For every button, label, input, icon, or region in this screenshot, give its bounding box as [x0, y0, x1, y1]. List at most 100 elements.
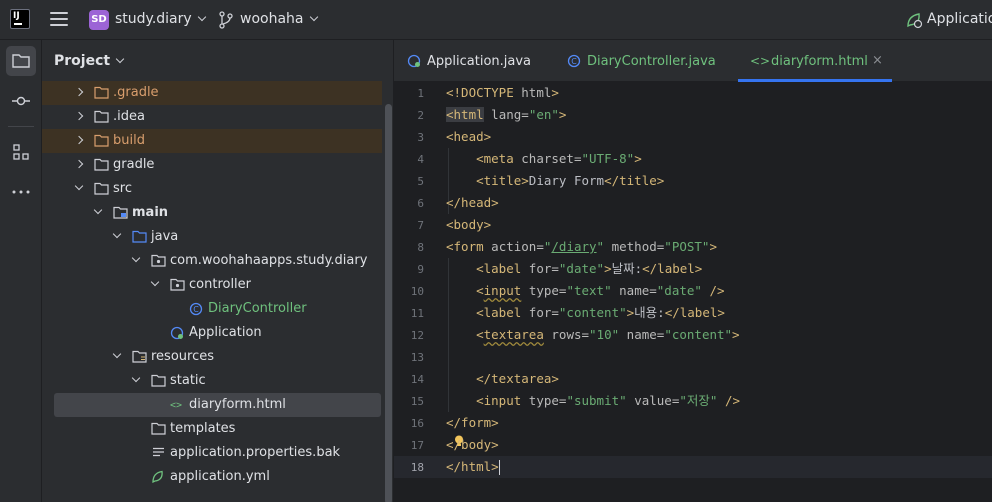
tree-item[interactable]: static: [42, 369, 382, 393]
code-line-14: </textarea>: [476, 371, 559, 386]
folder-icon: [94, 182, 109, 195]
folder-icon: [94, 158, 109, 171]
git-branch-icon: [219, 11, 233, 29]
more-dots-icon: [12, 190, 30, 194]
project-panel: Project .gradle .idea build gradle src main ja…: [42, 40, 394, 502]
tree-item[interactable]: .idea: [42, 105, 382, 129]
line-number: 15: [410, 395, 424, 408]
folder-icon: [151, 422, 166, 435]
text-caret: [498, 460, 501, 475]
tree-item-label: DiaryController: [208, 301, 307, 316]
class-icon: C: [567, 54, 581, 68]
line-number: 16: [410, 417, 424, 430]
tree-item[interactable]: src: [42, 177, 382, 201]
project-tool-button[interactable]: [6, 46, 36, 76]
project-badge[interactable]: SD: [89, 10, 109, 30]
module-folder-icon: [113, 206, 128, 219]
chevron-right-icon[interactable]: [74, 87, 84, 97]
chevron-right-icon[interactable]: [74, 135, 84, 145]
tree-item[interactable]: <> diaryform.html: [54, 393, 381, 417]
code-line-2: <html lang="en">: [446, 107, 567, 122]
tree-item-label: static: [170, 373, 206, 388]
tree-item[interactable]: java: [42, 225, 382, 249]
code-line-5: <title>Diary Form</title>: [476, 173, 665, 188]
tree-item[interactable]: gradle: [42, 153, 382, 177]
tree-item[interactable]: application.yml: [42, 465, 382, 489]
chevron-right-icon[interactable]: [74, 159, 84, 169]
tab-label: diaryform.html: [771, 54, 868, 69]
code-line-4: <meta charset="UTF-8">: [476, 151, 642, 166]
intellij-logo-icon[interactable]: IJ: [10, 9, 30, 29]
class-icon: C: [189, 302, 204, 316]
chevron-down-icon[interactable]: [74, 181, 84, 191]
tree-item-label: java: [151, 229, 179, 244]
chevron-down-icon[interactable]: [131, 373, 141, 383]
structure-tool-button[interactable]: [6, 137, 36, 167]
code-line-16: </form>: [446, 415, 499, 430]
folder-icon: [151, 374, 166, 387]
tree-item-label: build: [113, 133, 145, 148]
project-panel-title-text: Project: [54, 53, 111, 69]
code-line-8: <form action="/diary" method="POST">: [446, 239, 717, 254]
code-line-15: <input type="submit" value="저장" />: [476, 393, 740, 408]
tab-diarycontroller-java[interactable]: C DiaryController.java: [566, 40, 726, 82]
chevron-down-icon: [115, 54, 125, 64]
chevron-down-icon[interactable]: [150, 277, 160, 287]
line-number: 14: [410, 373, 424, 386]
svg-text:<>: <>: [170, 400, 182, 411]
chevron-down-icon[interactable]: [112, 229, 122, 239]
code-line-3: <head>: [446, 129, 492, 144]
tab-diaryform-html[interactable]: <> diaryform.html ×: [738, 40, 892, 82]
folder-icon: [12, 54, 30, 68]
tab-application-java[interactable]: Application.java: [406, 40, 556, 82]
line-number: 18: [410, 461, 424, 474]
tree-item-label: src: [113, 181, 132, 196]
chevron-down-icon[interactable]: [112, 349, 122, 359]
tree-item[interactable]: .gradle: [42, 81, 382, 105]
chevron-down-icon: [197, 12, 206, 22]
main-menu-icon[interactable]: [50, 12, 68, 26]
tree-item[interactable]: com.woohahaapps.study.diary: [42, 249, 382, 273]
tree-item[interactable]: controller: [42, 273, 382, 297]
run-configuration-selector[interactable]: Application: [927, 11, 992, 27]
line-number: 12: [410, 329, 424, 342]
tree-item[interactable]: application.properties.bak: [42, 441, 382, 465]
line-number: 6: [417, 197, 424, 210]
line-number: 3: [417, 131, 424, 144]
code-line-10: <input type="text" name="date" />: [476, 283, 725, 298]
tree-item[interactable]: build: [42, 129, 382, 153]
branch-switcher[interactable]: woohaha: [240, 11, 318, 27]
tree-item-label: .gradle: [113, 85, 159, 100]
tree-item[interactable]: templates: [42, 417, 382, 441]
spring-run-config-icon: [907, 13, 923, 29]
tree-item-label: gradle: [113, 157, 155, 172]
html-icon: <>: [170, 398, 185, 411]
code-line-7: <body>: [446, 217, 492, 232]
tree-item[interactable]: C DiaryController: [42, 297, 382, 321]
chevron-down-icon: [309, 12, 318, 22]
project-panel-scrollbar[interactable]: [385, 104, 392, 502]
title-bar: IJ SD study.diary woohaha Application: [0, 0, 992, 40]
chevron-down-icon[interactable]: [93, 205, 103, 215]
tree-item-label: .idea: [113, 109, 145, 124]
spring-class-icon: [170, 326, 185, 340]
code-editor[interactable]: 1 2 3 4 5 6 7 8 9 10 11 12 13 14 15 16 17 18 <!DOCTYPE ht…: [394, 82, 992, 502]
close-tab-icon[interactable]: ×: [872, 53, 883, 68]
resource-folder-icon: [132, 350, 147, 363]
chevron-down-icon[interactable]: [131, 253, 141, 263]
project-switcher[interactable]: study.diary: [115, 11, 206, 27]
commit-tool-button[interactable]: [6, 86, 36, 116]
more-tools-button[interactable]: [6, 177, 36, 207]
code-line-6: </head>: [446, 195, 499, 210]
chevron-right-icon[interactable]: [74, 111, 84, 121]
tree-item[interactable]: Application: [42, 321, 382, 345]
tree-item[interactable]: main: [42, 201, 382, 225]
line-number: 2: [417, 109, 424, 122]
tool-divider: [8, 126, 34, 127]
line-number: 11: [410, 307, 424, 320]
line-number: 9: [417, 263, 424, 276]
tool-window-strip: [0, 40, 42, 502]
tree-item-label: templates: [170, 421, 236, 436]
project-panel-title[interactable]: Project: [54, 53, 125, 69]
tree-item[interactable]: resources: [42, 345, 382, 369]
